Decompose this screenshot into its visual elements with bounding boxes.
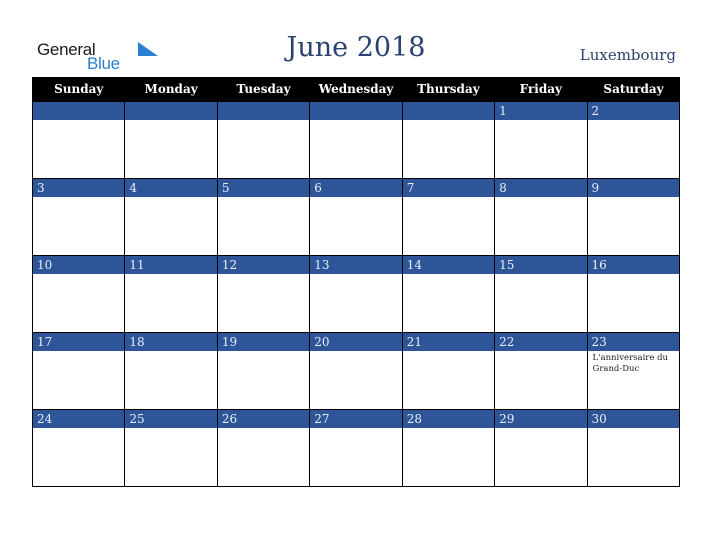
day-cell[interactable]: 13 bbox=[309, 255, 403, 333]
day-number: 13 bbox=[310, 256, 402, 274]
day-cell[interactable]: 4 bbox=[124, 178, 218, 256]
day-number: 4 bbox=[125, 179, 217, 197]
day-number: 7 bbox=[402, 179, 495, 197]
day-number: 5 bbox=[217, 179, 310, 197]
day-number: 23 bbox=[587, 333, 679, 351]
week-row: 12 bbox=[31, 101, 681, 179]
day-number: 30 bbox=[587, 410, 679, 428]
day-cell[interactable]: 21 bbox=[401, 332, 496, 410]
day-number: 25 bbox=[125, 410, 217, 428]
day-cell[interactable]: 11 bbox=[124, 255, 218, 333]
day-cell[interactable]: 20 bbox=[309, 332, 403, 410]
day-cell[interactable]: 18 bbox=[124, 332, 218, 410]
calendar-grid: Sunday Monday Tuesday Wednesday Thursday Frid… bbox=[31, 77, 681, 487]
weekday-header-friday: Friday bbox=[494, 77, 588, 102]
week-row: 3456789 bbox=[31, 178, 681, 256]
day-cell[interactable]: 19 bbox=[216, 332, 311, 410]
day-number: 14 bbox=[402, 256, 495, 274]
day-number: 26 bbox=[217, 410, 310, 428]
day-number: 21 bbox=[402, 333, 495, 351]
weekday-header-thursday: Thursday bbox=[401, 77, 495, 102]
day-number: 3 bbox=[33, 179, 125, 197]
weekday-header-row: Sunday Monday Tuesday Wednesday Thursday Frid… bbox=[31, 77, 680, 102]
weekday-header-sunday: Sunday bbox=[31, 77, 125, 102]
day-cell[interactable]: 6 bbox=[309, 178, 403, 256]
day-cell[interactable]: 27 bbox=[309, 409, 403, 487]
day-cell[interactable]: 1 bbox=[494, 101, 588, 179]
day-cell[interactable]: 12 bbox=[216, 255, 311, 333]
day-number: 2 bbox=[587, 102, 679, 120]
day-cell[interactable]: 3 bbox=[31, 178, 126, 256]
day-number bbox=[33, 102, 125, 120]
day-number: 24 bbox=[33, 410, 125, 428]
day-number: 28 bbox=[402, 410, 495, 428]
day-number: 20 bbox=[310, 333, 402, 351]
day-cell[interactable]: 23 L'anniversaire du Grand-Duc bbox=[586, 332, 681, 410]
day-number bbox=[402, 102, 495, 120]
day-number: 17 bbox=[33, 333, 125, 351]
day-cell[interactable]: 17 bbox=[31, 332, 126, 410]
day-number bbox=[310, 102, 402, 120]
day-number: 19 bbox=[217, 333, 310, 351]
day-number: 9 bbox=[587, 179, 679, 197]
day-cell[interactable]: 26 bbox=[216, 409, 311, 487]
day-number: 8 bbox=[495, 179, 587, 197]
day-number: 22 bbox=[495, 333, 587, 351]
day-cell[interactable]: 15 bbox=[494, 255, 588, 333]
weekday-header-saturday: Saturday bbox=[586, 77, 680, 102]
day-cell[interactable]: 30 bbox=[586, 409, 681, 487]
day-cell[interactable] bbox=[216, 101, 311, 179]
day-number: 12 bbox=[217, 256, 310, 274]
country-label: Luxembourg bbox=[579, 46, 676, 64]
day-number bbox=[217, 102, 310, 120]
day-cell[interactable]: 22 bbox=[494, 332, 588, 410]
day-number: 6 bbox=[310, 179, 402, 197]
day-cell[interactable] bbox=[31, 101, 126, 179]
week-row: 10 11 12 13 14 15 16 bbox=[31, 255, 681, 333]
day-number: 16 bbox=[587, 256, 679, 274]
day-cell[interactable]: 2 bbox=[586, 101, 681, 179]
day-number: 27 bbox=[310, 410, 402, 428]
day-number bbox=[125, 102, 217, 120]
day-cell[interactable]: 7 bbox=[401, 178, 496, 256]
day-cell[interactable] bbox=[401, 101, 496, 179]
day-cell[interactable]: 25 bbox=[124, 409, 218, 487]
day-cell[interactable] bbox=[309, 101, 403, 179]
day-cell[interactable]: 29 bbox=[494, 409, 588, 487]
day-number: 11 bbox=[125, 256, 217, 274]
day-number: 15 bbox=[495, 256, 587, 274]
weekday-header-tuesday: Tuesday bbox=[216, 77, 310, 102]
weekday-header-wednesday: Wednesday bbox=[309, 77, 403, 102]
day-number: 18 bbox=[125, 333, 217, 351]
day-number: 29 bbox=[495, 410, 587, 428]
day-cell[interactable]: 24 bbox=[31, 409, 126, 487]
day-cell[interactable]: 9 bbox=[586, 178, 681, 256]
day-cell[interactable]: 8 bbox=[494, 178, 588, 256]
holiday-label: L'anniversaire du Grand-Duc bbox=[592, 353, 669, 374]
day-number: 10 bbox=[33, 256, 125, 274]
day-number: 1 bbox=[495, 102, 587, 120]
week-row: 24 25 26 27 28 29 30 bbox=[31, 409, 681, 487]
day-cell[interactable]: 10 bbox=[31, 255, 126, 333]
day-cell[interactable] bbox=[124, 101, 218, 179]
weekday-header-monday: Monday bbox=[124, 77, 218, 102]
day-cell[interactable]: 16 bbox=[586, 255, 681, 333]
day-cell[interactable]: 14 bbox=[401, 255, 496, 333]
day-cell[interactable]: 5 bbox=[216, 178, 311, 256]
week-row: 17 18 19 20 21 22 23 L'anniversaire du Grand-Du… bbox=[31, 332, 681, 410]
day-cell[interactable]: 28 bbox=[401, 409, 496, 487]
